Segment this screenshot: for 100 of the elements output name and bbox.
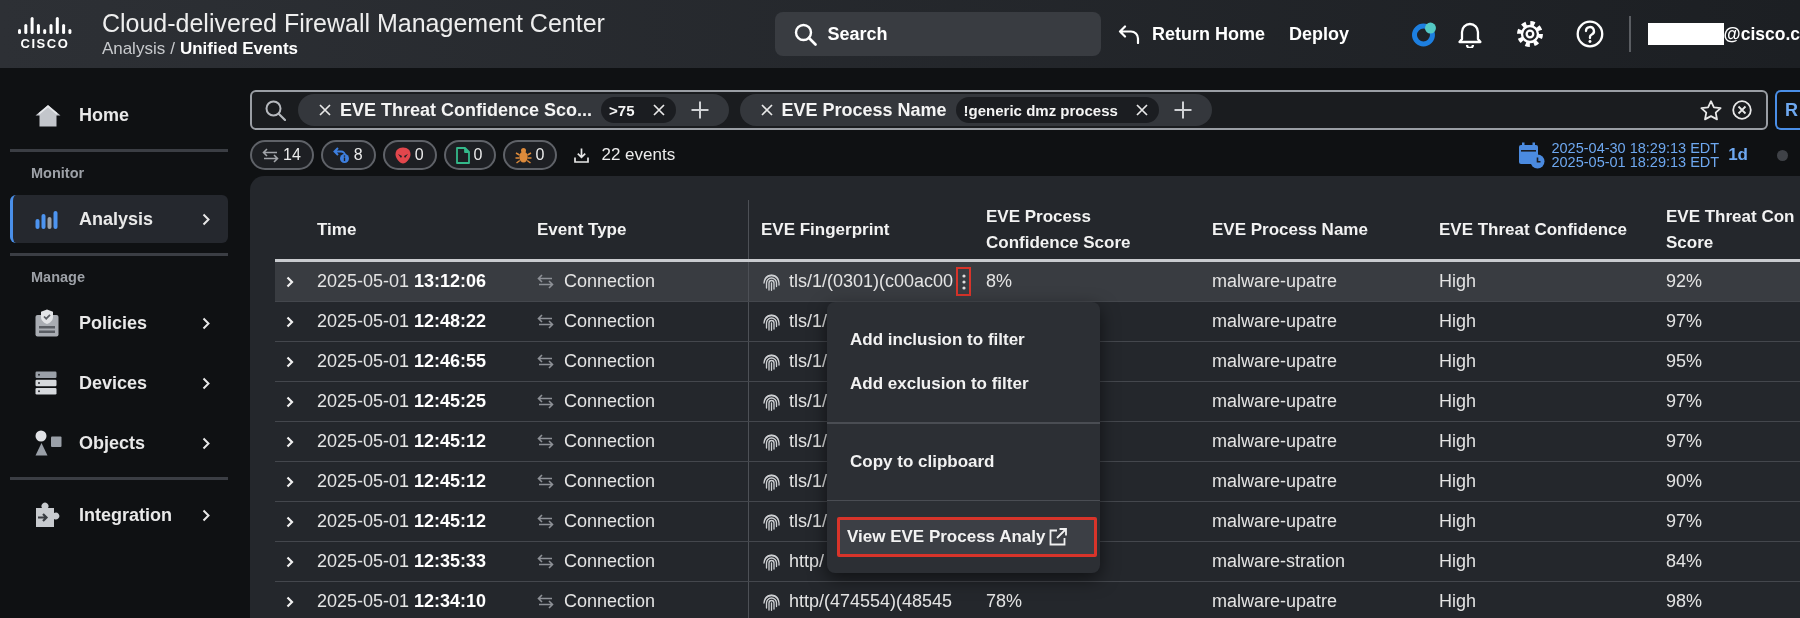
filter-chip[interactable]: EVE Threat Confidence Sco... >75 bbox=[298, 94, 729, 126]
settings-icon[interactable] bbox=[1515, 20, 1544, 48]
threat-score-text: 90% bbox=[1666, 471, 1703, 492]
breadcrumb-link[interactable]: Analysis bbox=[101, 39, 166, 59]
expand-chevron-icon[interactable] bbox=[286, 275, 294, 288]
swap-arrows-icon bbox=[262, 147, 279, 163]
column-header[interactable]: EVE Process Name bbox=[1212, 216, 1368, 243]
menu-item[interactable]: View EVE Process Analy bbox=[837, 517, 1097, 557]
logo-text: CISCO bbox=[20, 37, 70, 51]
sidebar-item[interactable]: Integration bbox=[10, 491, 228, 539]
fingerprint-text: tls/1/ bbox=[789, 391, 827, 412]
header-link-button[interactable]: Deploy bbox=[1288, 23, 1349, 45]
table-row[interactable]: 2025-05-01 12:34:10 Connection http/(474554)(48545 78% malware-upatre High 98% bbox=[275, 582, 1800, 618]
event-counter[interactable]: 0 bbox=[382, 140, 437, 170]
threat-confidence-text: High bbox=[1439, 511, 1477, 532]
threat-confidence-text: High bbox=[1439, 551, 1477, 572]
home-icon bbox=[35, 103, 61, 127]
time-preset-button[interactable]: 1d bbox=[1728, 145, 1748, 165]
process-score-text: 8% bbox=[986, 271, 1012, 292]
more-options-button[interactable] bbox=[956, 267, 972, 296]
filter-value-tag[interactable]: >75 bbox=[601, 97, 676, 123]
calendar-clock-icon[interactable] bbox=[1518, 141, 1546, 169]
event-type-text: Connection bbox=[564, 351, 656, 372]
sidebar-item[interactable]: Objects bbox=[10, 419, 228, 467]
event-type-text: Connection bbox=[564, 551, 656, 572]
bell-icon[interactable] bbox=[1456, 20, 1483, 48]
sidebar-item[interactable]: Home bbox=[10, 91, 228, 139]
column-header[interactable]: EVE Process Confidence Score bbox=[986, 203, 1161, 256]
column-header[interactable]: EVE Threat Con Score bbox=[1666, 203, 1800, 256]
close-icon[interactable] bbox=[652, 104, 665, 116]
add-icon[interactable] bbox=[1173, 101, 1192, 119]
fingerprint-text: tls/1/ bbox=[789, 351, 827, 372]
process-name-text: malware-upatre bbox=[1212, 511, 1338, 532]
fingerprint-icon bbox=[763, 592, 780, 611]
star-icon[interactable] bbox=[1700, 99, 1722, 121]
time-text: 2025-05-01 12:45:12 bbox=[317, 511, 487, 532]
status-dot-icon bbox=[1777, 149, 1788, 161]
expand-chevron-icon[interactable] bbox=[286, 355, 294, 368]
expand-chevron-icon[interactable] bbox=[286, 315, 294, 328]
fingerprint-icon bbox=[763, 512, 780, 531]
event-type-text: Connection bbox=[564, 471, 656, 492]
expand-chevron-icon[interactable] bbox=[286, 395, 294, 408]
time-range-end: 2025-05-01 18:29:13 EDT bbox=[1551, 155, 1720, 169]
expand-chevron-icon[interactable] bbox=[286, 475, 294, 488]
time-text: 2025-05-01 12:48:22 bbox=[317, 311, 487, 332]
close-icon[interactable] bbox=[319, 104, 331, 116]
swap-arrows-icon bbox=[537, 554, 554, 569]
counter-value: 0 bbox=[414, 146, 424, 164]
close-icon[interactable] bbox=[760, 104, 773, 116]
fingerprint-icon bbox=[763, 312, 780, 331]
sidebar-item[interactable]: Devices bbox=[10, 359, 228, 407]
event-counter[interactable]: 0 bbox=[502, 140, 558, 170]
alien-icon bbox=[394, 146, 411, 164]
expand-chevron-icon[interactable] bbox=[286, 555, 294, 568]
fingerprint-text: tls/1/ bbox=[789, 311, 827, 332]
time-text: 2025-05-01 12:35:33 bbox=[317, 551, 487, 572]
time-text: 2025-05-01 12:46:55 bbox=[317, 351, 487, 372]
expand-chevron-icon[interactable] bbox=[286, 515, 294, 528]
column-header[interactable]: EVE Threat Confidence bbox=[1439, 216, 1627, 243]
expand-chevron-icon[interactable] bbox=[286, 595, 294, 608]
filter-bar[interactable]: EVE Threat Confidence Sco... >75 EVE Process Name !generic dmz process bbox=[250, 90, 1768, 130]
filter-chip[interactable]: EVE Process Name !generic dmz process bbox=[739, 94, 1212, 126]
return-home-button[interactable]: Return Home bbox=[1117, 23, 1265, 45]
column-header[interactable]: Time bbox=[317, 216, 357, 243]
event-counter[interactable]: 14 bbox=[250, 140, 314, 170]
add-icon[interactable] bbox=[690, 101, 709, 119]
event-counter[interactable]: 0 bbox=[443, 140, 496, 170]
time-text: 2025-05-01 12:45:12 bbox=[317, 471, 487, 492]
clipboard-shield-icon bbox=[35, 309, 59, 337]
ring-logo-icon[interactable] bbox=[1410, 20, 1439, 48]
search-icon bbox=[793, 22, 817, 46]
threat-confidence-text: High bbox=[1439, 351, 1477, 372]
user-email[interactable]: @cisco.c bbox=[1723, 23, 1800, 45]
process-name-text: malware-upatre bbox=[1212, 351, 1338, 372]
search-button[interactable]: Search bbox=[774, 12, 1101, 56]
process-name-text: malware-upatre bbox=[1212, 431, 1338, 452]
threat-score-text: 97% bbox=[1666, 391, 1703, 412]
download-icon[interactable] bbox=[574, 147, 590, 163]
column-header[interactable]: EVE Fingerprint bbox=[761, 216, 890, 243]
menu-item[interactable]: Copy to clipboard bbox=[837, 439, 1097, 484]
filter-field-text: EVE Process Name bbox=[781, 99, 947, 121]
threat-confidence-text: High bbox=[1439, 471, 1477, 492]
sidebar-item[interactable]: Policies bbox=[10, 299, 228, 347]
help-icon[interactable] bbox=[1575, 20, 1604, 48]
filter-value-tag[interactable]: !generic dmz process bbox=[955, 97, 1159, 123]
event-counter[interactable]: 8 bbox=[320, 140, 376, 170]
sidebar-item[interactable]: Analysis bbox=[10, 195, 228, 243]
event-type-text: Connection bbox=[564, 271, 656, 292]
swap-arrows-icon bbox=[537, 394, 554, 409]
filter-action-button[interactable]: R bbox=[1775, 90, 1800, 130]
close-icon[interactable] bbox=[1135, 104, 1148, 116]
table-row[interactable]: 2025-05-01 13:12:06 Connection tls/1/(0301)(c00ac00 8% malware-upatre High 92% bbox=[275, 262, 1800, 302]
column-header[interactable]: Event Type bbox=[537, 216, 627, 243]
expand-chevron-icon[interactable] bbox=[286, 435, 294, 448]
fingerprint-text: tls/1/(0301)(c00ac00 bbox=[789, 271, 954, 292]
filter-field-text: EVE Threat Confidence Sco... bbox=[340, 99, 593, 121]
swap-arrows-icon bbox=[537, 594, 554, 609]
swap-arrows-icon bbox=[537, 354, 554, 369]
clear-icon[interactable] bbox=[1732, 100, 1752, 120]
time-text: 2025-05-01 12:34:10 bbox=[317, 591, 487, 612]
